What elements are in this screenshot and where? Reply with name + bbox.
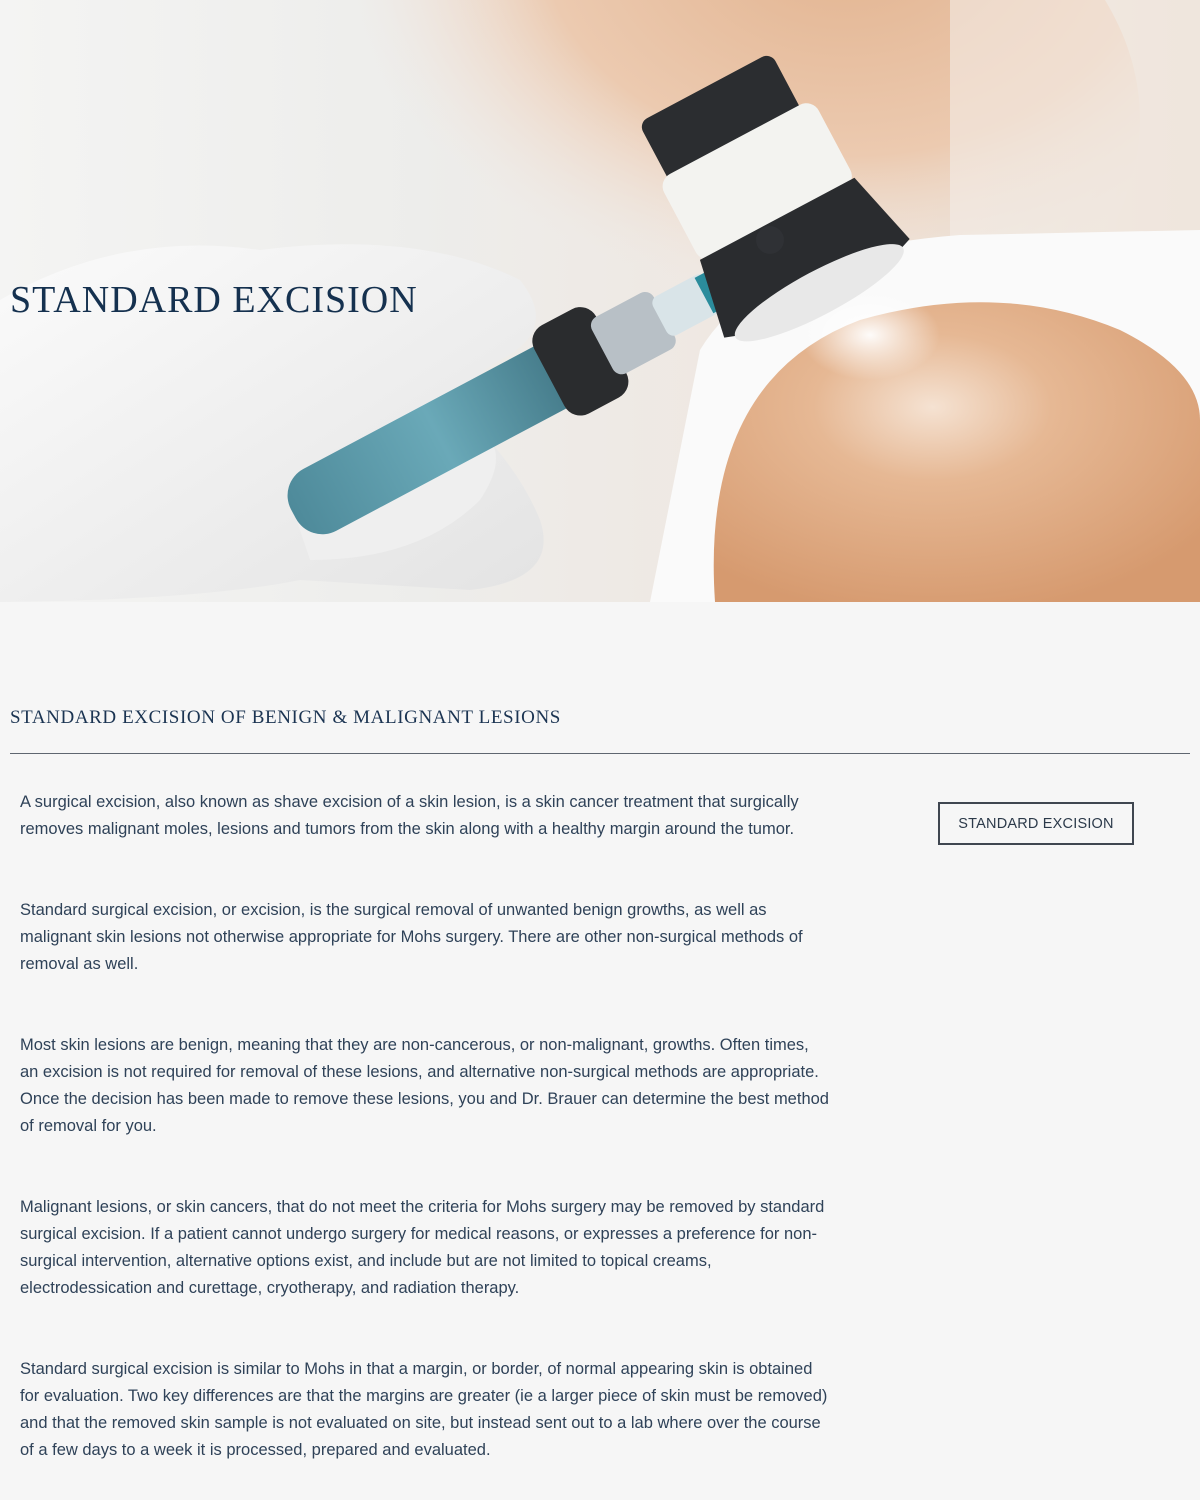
- paragraph: Malignant lesions, or skin cancers, that…: [20, 1198, 825, 1297]
- section-heading: STANDARD EXCISION OF BENIGN & MALIGNANT …: [10, 707, 561, 728]
- hero-title: STANDARD EXCISION: [10, 279, 418, 321]
- article-body: A surgical excision, also known as shave…: [20, 789, 830, 1500]
- hero-banner: STANDARD EXCISION: [0, 0, 1200, 602]
- paragraph: Most skin lesions are benign, meaning th…: [20, 1036, 829, 1135]
- paragraph: Standard surgical excision, or excision,…: [20, 901, 803, 973]
- standard-excision-button[interactable]: STANDARD EXCISION: [938, 802, 1134, 845]
- heading-divider: [10, 753, 1190, 754]
- main-content: STANDARD EXCISION OF BENIGN & MALIGNANT …: [0, 602, 1200, 1500]
- paragraph: A surgical excision, also known as shave…: [20, 793, 799, 838]
- paragraph: Standard surgical excision is similar to…: [20, 1360, 828, 1459]
